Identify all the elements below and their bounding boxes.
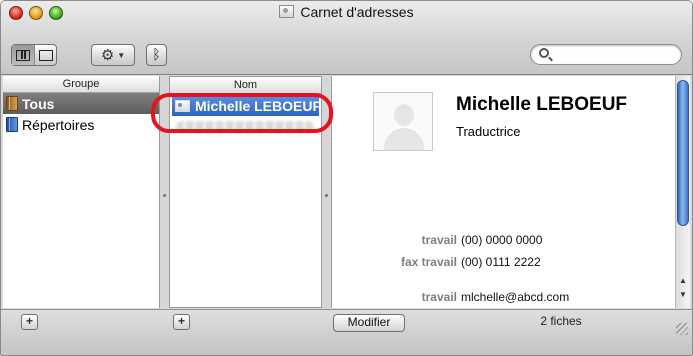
groups-column: Groupe Tous Répertoires bbox=[3, 76, 160, 308]
address-book-icon bbox=[279, 5, 295, 18]
work-fax-label-wrap: fax travail bbox=[332, 255, 457, 271]
bottom-bar: + + Modifier 2 fiches bbox=[1, 309, 692, 355]
search-icon bbox=[539, 48, 549, 58]
book-icon bbox=[6, 96, 18, 111]
work-email-value-wrap: mlchelle@abcd.com bbox=[461, 290, 661, 306]
work-email-label-wrap: travail bbox=[332, 290, 457, 306]
names-header: Nom bbox=[170, 77, 321, 94]
search-field[interactable] bbox=[530, 44, 682, 65]
contact-photo[interactable] bbox=[373, 92, 433, 151]
group-item-label: Tous bbox=[22, 95, 55, 112]
scroll-up-arrow-icon[interactable]: ▲ bbox=[679, 276, 687, 285]
window-title: Carnet d'adresses bbox=[1, 4, 692, 20]
scrollbar-thumb[interactable] bbox=[677, 80, 689, 226]
contact-count: 2 fiches bbox=[540, 314, 582, 328]
window-title-text: Carnet d'adresses bbox=[300, 4, 414, 20]
groups-header: Groupe bbox=[3, 76, 159, 93]
column-splitter[interactable] bbox=[160, 76, 169, 308]
gear-icon: ⚙ bbox=[100, 46, 115, 64]
person-silhouette-icon bbox=[394, 104, 414, 126]
columns-view-button[interactable] bbox=[12, 45, 34, 65]
work-fax-value-wrap: (00) 0111 2222 bbox=[461, 255, 661, 271]
scroll-down-arrow-icon[interactable]: ▼ bbox=[679, 290, 687, 299]
work-phone-label-wrap: travail bbox=[332, 233, 457, 249]
name-item-label: Michelle LEBOEUF bbox=[195, 98, 319, 114]
search-input[interactable] bbox=[555, 47, 675, 62]
card-icon bbox=[38, 49, 53, 61]
name-item-michelle[interactable]: Michelle LEBOEUF bbox=[172, 96, 319, 116]
edit-button[interactable]: Modifier bbox=[333, 314, 405, 332]
work-phone-value[interactable]: (00) 0000 0000 bbox=[461, 233, 542, 247]
title-toolbar: Carnet d'adresses ⚙ ▼ ᛒ bbox=[1, 1, 692, 75]
work-email-value[interactable]: mlchelle@abcd.com bbox=[461, 290, 569, 304]
contact-job-title: Traductrice bbox=[456, 124, 521, 139]
work-phone-value-wrap: (00) 0000 0000 bbox=[461, 233, 661, 249]
group-item-repertoires[interactable]: Répertoires bbox=[3, 114, 159, 135]
columns-icon bbox=[16, 49, 30, 61]
field-label: travail bbox=[421, 233, 457, 247]
card-view-button[interactable] bbox=[34, 45, 56, 65]
bluetooth-icon: ᛒ bbox=[152, 47, 161, 63]
add-contact-button[interactable]: + bbox=[173, 314, 190, 330]
contact-card-icon bbox=[175, 100, 190, 112]
field-label: travail bbox=[421, 290, 457, 304]
blurred-name-item[interactable] bbox=[176, 121, 314, 133]
action-menu-button[interactable]: ⚙ ▼ bbox=[91, 44, 135, 66]
contact-name: Michelle LEBOEUF bbox=[456, 94, 628, 115]
field-label: fax travail bbox=[400, 255, 457, 269]
names-column: Nom Michelle LEBOEUF bbox=[169, 76, 322, 308]
column-splitter[interactable] bbox=[322, 76, 331, 308]
group-item-label: Répertoires bbox=[22, 116, 95, 133]
resize-grip-icon[interactable] bbox=[676, 323, 688, 335]
contact-card-panel: Michelle LEBOEUF Traductrice travail (00… bbox=[331, 76, 690, 308]
group-item-tous[interactable]: Tous bbox=[3, 93, 159, 114]
view-segmented-control bbox=[11, 44, 57, 66]
bluetooth-button[interactable]: ᛒ bbox=[146, 44, 167, 66]
chevron-down-icon: ▼ bbox=[117, 50, 126, 60]
book-icon bbox=[6, 117, 18, 132]
work-fax-value[interactable]: (00) 0111 2222 bbox=[461, 255, 541, 269]
card-scrollbar[interactable]: ▲ ▼ bbox=[675, 76, 690, 308]
address-book-window: Carnet d'adresses ⚙ ▼ ᛒ Groupe Tous Répe… bbox=[0, 0, 693, 356]
add-group-button[interactable]: + bbox=[21, 314, 38, 330]
